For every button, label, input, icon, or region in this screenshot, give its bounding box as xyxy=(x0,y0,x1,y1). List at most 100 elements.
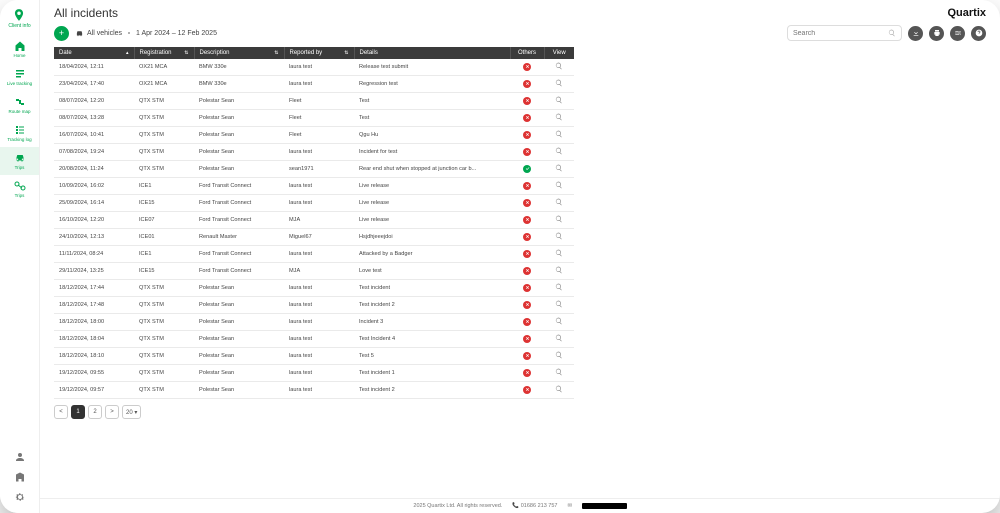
table-row[interactable]: 24/10/2024, 12:13ICE01Renault MasterMigu… xyxy=(54,229,574,246)
cell-status xyxy=(510,144,544,161)
magnifier-icon xyxy=(555,351,563,359)
table-row[interactable]: 19/12/2024, 09:57QTX STMPolestar Seanlau… xyxy=(54,382,574,399)
table-row[interactable]: 10/09/2024, 16:02ICE1Ford Transit Connec… xyxy=(54,178,574,195)
sidebar-item-trips-alt[interactable]: Trips xyxy=(0,175,39,203)
cell-view[interactable] xyxy=(544,195,574,212)
table-row[interactable]: 16/10/2024, 12:20ICE07Ford Transit Conne… xyxy=(54,212,574,229)
cell-view[interactable] xyxy=(544,144,574,161)
cell-view[interactable] xyxy=(544,280,574,297)
footer-redacted: hidden xyxy=(582,503,627,509)
gear-icon[interactable] xyxy=(14,491,26,503)
user-icon[interactable] xyxy=(14,451,26,463)
sidebar-item-trips[interactable]: Trips xyxy=(0,147,39,175)
cell-date: 08/07/2024, 13:28 xyxy=(54,110,134,127)
sidebar-item-tracking-log[interactable]: Tracking log xyxy=(0,119,39,147)
table-row[interactable]: 23/04/2024, 17:40OX21 MCABMW 330elaura t… xyxy=(54,76,574,93)
table-row[interactable]: 18/04/2024, 12:11OX21 MCABMW 330elaura t… xyxy=(54,59,574,76)
magnifier-icon xyxy=(555,385,563,393)
client-info-button[interactable]: Client info xyxy=(8,8,30,29)
search-box[interactable] xyxy=(787,25,902,41)
cell-view[interactable] xyxy=(544,212,574,229)
cell-view[interactable] xyxy=(544,365,574,382)
magnifier-icon xyxy=(555,266,563,274)
col-details[interactable]: Details xyxy=(354,47,510,59)
table-row[interactable]: 18/12/2024, 18:00QTX STMPolestar Seanlau… xyxy=(54,314,574,331)
cell-status xyxy=(510,314,544,331)
help-button[interactable] xyxy=(971,26,986,41)
car-icon xyxy=(75,29,84,38)
download-icon xyxy=(912,29,920,37)
cell-registration: QTX STM xyxy=(134,93,194,110)
pager-size[interactable]: 20 ▾ xyxy=(122,405,141,419)
cell-view[interactable] xyxy=(544,314,574,331)
cell-view[interactable] xyxy=(544,76,574,93)
cell-view[interactable] xyxy=(544,127,574,144)
cell-view[interactable] xyxy=(544,59,574,76)
table-row[interactable]: 18/12/2024, 17:44QTX STMPolestar Seanlau… xyxy=(54,280,574,297)
cell-date: 18/12/2024, 18:04 xyxy=(54,331,134,348)
cell-view[interactable] xyxy=(544,110,574,127)
building-icon[interactable] xyxy=(14,471,26,483)
cell-status xyxy=(510,93,544,110)
cell-view[interactable] xyxy=(544,382,574,399)
cell-view[interactable] xyxy=(544,161,574,178)
cross-icon xyxy=(523,63,531,71)
table-row[interactable]: 08/07/2024, 12:20QTX STMPolestar SeanFle… xyxy=(54,93,574,110)
cell-status xyxy=(510,331,544,348)
table-row[interactable]: 18/12/2024, 18:04QTX STMPolestar Seanlau… xyxy=(54,331,574,348)
sidebar-item-live-tracking[interactable]: Live tracking xyxy=(0,63,39,91)
cross-icon xyxy=(523,335,531,343)
table-row[interactable]: 07/08/2024, 19:24QTX STMPolestar Seanlau… xyxy=(54,144,574,161)
cell-view[interactable] xyxy=(544,348,574,365)
search-input[interactable] xyxy=(793,30,884,37)
settings-button[interactable] xyxy=(950,26,965,41)
cell-view[interactable] xyxy=(544,229,574,246)
cell-reported-by: laura test xyxy=(284,178,354,195)
sidebar-item-route-map[interactable]: Route map xyxy=(0,91,39,119)
cell-view[interactable] xyxy=(544,297,574,314)
print-button[interactable] xyxy=(929,26,944,41)
cell-reported-by: laura test xyxy=(284,195,354,212)
cell-description: BMW 330e xyxy=(194,59,284,76)
vehicle-filter[interactable]: All vehicles xyxy=(75,29,122,38)
table-row[interactable]: 25/09/2024, 16:14ICE15Ford Transit Conne… xyxy=(54,195,574,212)
date-range-filter[interactable]: 1 Apr 2024 – 12 Feb 2025 xyxy=(136,30,217,37)
pager-prev[interactable]: < xyxy=(54,405,68,419)
sidebar-item-label: Live tracking xyxy=(7,81,32,86)
cell-status xyxy=(510,127,544,144)
cell-description: Polestar Sean xyxy=(194,161,284,178)
pager-page-1[interactable]: 1 xyxy=(71,405,85,419)
cell-view[interactable] xyxy=(544,178,574,195)
cross-icon xyxy=(523,233,531,241)
cell-details: Release test submit xyxy=(354,59,510,76)
magnifier-icon xyxy=(555,79,563,87)
cell-view[interactable] xyxy=(544,246,574,263)
col-date[interactable]: Date▴ xyxy=(54,47,134,59)
sidebar-item-home[interactable]: Home xyxy=(0,35,39,63)
col-reported-by[interactable]: Reported by⇅ xyxy=(284,47,354,59)
table-row[interactable]: 29/11/2024, 13:25ICE15Ford Transit Conne… xyxy=(54,263,574,280)
cross-icon xyxy=(523,148,531,156)
cell-view[interactable] xyxy=(544,93,574,110)
table-row[interactable]: 16/07/2024, 10:41QTX STMPolestar SeanFle… xyxy=(54,127,574,144)
cell-details: Test incident xyxy=(354,280,510,297)
table-row[interactable]: 08/07/2024, 13:28QTX STMPolestar SeanFle… xyxy=(54,110,574,127)
export-button[interactable] xyxy=(908,26,923,41)
col-registration[interactable]: Registration⇅ xyxy=(134,47,194,59)
col-description[interactable]: Description⇅ xyxy=(194,47,284,59)
cell-status xyxy=(510,348,544,365)
table-row[interactable]: 11/11/2024, 08:24ICE1Ford Transit Connec… xyxy=(54,246,574,263)
cell-view[interactable] xyxy=(544,263,574,280)
magnifier-icon xyxy=(555,368,563,376)
table-row[interactable]: 18/12/2024, 17:48QTX STMPolestar Seanlau… xyxy=(54,297,574,314)
table-row[interactable]: 19/12/2024, 09:55QTX STMPolestar Seanlau… xyxy=(54,365,574,382)
cell-registration: ICE1 xyxy=(134,178,194,195)
sidebar-bottom xyxy=(14,451,26,513)
cell-view[interactable] xyxy=(544,331,574,348)
table-row[interactable]: 18/12/2024, 18:10QTX STMPolestar Seanlau… xyxy=(54,348,574,365)
pager-next[interactable]: > xyxy=(105,405,119,419)
pager-page-2[interactable]: 2 xyxy=(88,405,102,419)
add-button[interactable]: + xyxy=(54,26,69,41)
table-row[interactable]: 20/08/2024, 11:24QTX STMPolestar Seansea… xyxy=(54,161,574,178)
search-icon xyxy=(888,29,896,37)
